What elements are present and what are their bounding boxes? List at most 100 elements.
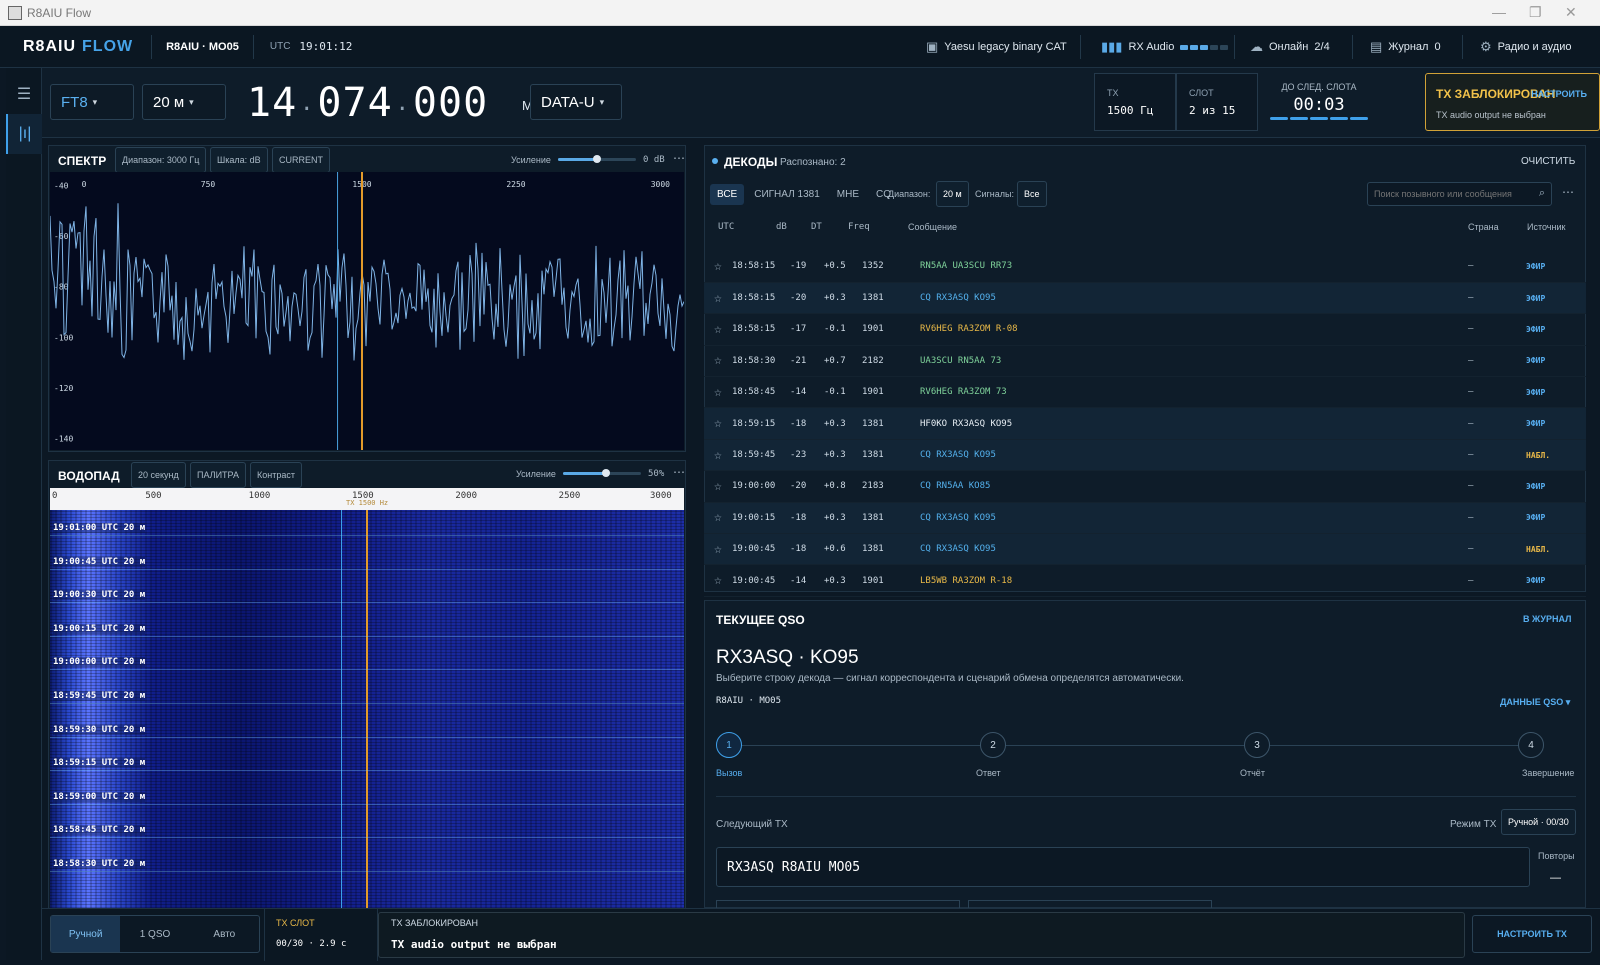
to-journal-button[interactable]: В ЖУРНАЛ bbox=[1523, 614, 1571, 624]
more-icon[interactable]: ⋯ bbox=[673, 465, 685, 479]
tx-mode-option[interactable]: Ручной bbox=[51, 916, 121, 952]
star-icon[interactable]: ☆ bbox=[704, 282, 732, 315]
menu-icon[interactable]: ☰ bbox=[6, 74, 42, 114]
repeats-value[interactable]: — bbox=[1550, 872, 1561, 884]
mode-select[interactable]: FT8 ▾ bbox=[50, 84, 134, 120]
star-icon[interactable]: ☆ bbox=[704, 533, 732, 566]
spectrum-chart[interactable]: 0750150022503000-40-60-80-100-120-140 bbox=[50, 172, 684, 450]
star-icon[interactable]: ☆ bbox=[704, 439, 732, 472]
frequency-display[interactable]: 14·074·000 bbox=[247, 80, 488, 126]
star-icon[interactable]: ☆ bbox=[704, 251, 732, 283]
qso-step[interactable]: 1 bbox=[716, 732, 742, 758]
column-header[interactable]: Сообщение bbox=[908, 222, 957, 232]
tx-mode-select[interactable]: Ручной · 00/30 bbox=[1501, 809, 1576, 835]
waterfall-nav-icon[interactable]: |ı| bbox=[6, 114, 42, 154]
tx-mode-option[interactable]: 1 QSO bbox=[120, 916, 189, 952]
decode-utc: 19:00:45 bbox=[732, 533, 790, 566]
star-icon[interactable]: ☆ bbox=[704, 345, 732, 378]
waterfall-gain-slider[interactable] bbox=[563, 469, 641, 477]
freq-khz: 074 bbox=[317, 80, 393, 126]
waterfall-duration-chip[interactable]: 20 секунд bbox=[131, 462, 186, 488]
submode-select[interactable]: DATA-U ▾ bbox=[530, 84, 622, 120]
decode-dt: +0.6 bbox=[824, 533, 862, 566]
decode-row[interactable]: ☆ 18:58:15 -20 +0.3 1381 CQ RX3ASQ KO95— ЭФИР bbox=[704, 282, 1586, 315]
decode-row[interactable]: ☆ 18:59:15 -18 +0.3 1381 HF0KO RX3ASQ KO95— ЭФ… bbox=[704, 407, 1586, 440]
qso-data-button[interactable]: ДАННЫЕ QSO ▾ bbox=[1500, 697, 1570, 708]
close-icon[interactable]: ✕ bbox=[1565, 4, 1577, 21]
spectrum-gain-slider[interactable] bbox=[558, 155, 636, 163]
spectrum-current-chip[interactable]: CURRENT bbox=[272, 147, 330, 173]
decode-row[interactable]: ☆ 18:58:15 -19 +0.5 1352 RN5AA UA3SCU RR73— ЭФ… bbox=[704, 251, 1586, 283]
star-icon[interactable]: ☆ bbox=[704, 407, 732, 440]
decode-row[interactable]: ☆ 19:00:15 -18 +0.3 1381 CQ RX3ASQ KO95— ЭФИР bbox=[704, 502, 1586, 535]
band-filter[interactable]: 20 м bbox=[936, 181, 969, 207]
decode-tab[interactable]: СИГНАЛ 1381 bbox=[747, 184, 827, 205]
column-header[interactable]: DT bbox=[811, 222, 822, 232]
more-icon[interactable]: ⋯ bbox=[1562, 185, 1574, 199]
column-header[interactable]: Источник bbox=[1527, 222, 1565, 232]
spectrum-scale-chip[interactable]: Шкала: dB bbox=[210, 147, 268, 173]
waterfall-display[interactable]: 19:01:00 UTC 20 м 19:00:45 UTC 20 м 19:00:… bbox=[50, 510, 684, 908]
tx-marker[interactable] bbox=[366, 510, 368, 908]
qso-step[interactable]: 4 bbox=[1518, 732, 1544, 758]
more-icon[interactable]: ⋯ bbox=[673, 151, 685, 165]
star-icon[interactable]: ☆ bbox=[704, 502, 732, 535]
configure-tx-button[interactable]: НАСТРОИТЬ TX bbox=[1472, 915, 1592, 953]
signals-filter[interactable]: Все bbox=[1017, 181, 1047, 207]
waterfall-row-separator bbox=[50, 602, 684, 604]
decode-tab[interactable]: ВСЕ bbox=[710, 183, 745, 205]
qso-step[interactable]: 2 bbox=[980, 732, 1006, 758]
decode-row[interactable]: ☆ 19:00:45 -18 +0.6 1381 CQ RX3ASQ KO95— НАБЛ. bbox=[704, 533, 1586, 566]
cat-status[interactable]: ▣ Yaesu legacy binary CAT bbox=[926, 26, 1067, 68]
spectrum-y-tick: -120 bbox=[54, 384, 73, 393]
column-header[interactable]: Страна bbox=[1468, 222, 1499, 232]
utc-label: UTC bbox=[269, 41, 291, 52]
brand-logo: R8AIU FLOW bbox=[23, 38, 133, 56]
decode-row[interactable]: ☆ 18:58:45 -14 -0.1 1901 RV6HEG RA3ZOM 73— ЭФИ… bbox=[704, 376, 1586, 409]
star-icon[interactable]: ☆ bbox=[704, 564, 732, 597]
waterfall-contrast-chip[interactable]: Контраст bbox=[250, 462, 302, 488]
decode-row[interactable]: ☆ 19:00:45 -14 +0.3 1901 LB5WB RA3ZOM R-18— ЭФ… bbox=[704, 564, 1586, 597]
column-header[interactable]: Freq bbox=[848, 222, 870, 232]
waterfall-x-tick: 2500 bbox=[558, 491, 581, 501]
audio-wave-icon: ▮▮▮ bbox=[1101, 39, 1123, 54]
rx-audio-status[interactable]: ▮▮▮ RX Audio bbox=[1101, 26, 1230, 68]
configure-button[interactable]: НАСТРОИТЬ bbox=[1531, 89, 1587, 99]
spectrum-range-chip[interactable]: Диапазон: 3000 Гц bbox=[115, 147, 207, 173]
tx-mode-option[interactable]: Авто bbox=[190, 916, 259, 952]
search-input[interactable] bbox=[1368, 183, 1528, 205]
star-icon[interactable]: ☆ bbox=[704, 313, 732, 346]
decode-db: -23 bbox=[790, 439, 824, 472]
slot-value: 2 из 15 bbox=[1189, 104, 1236, 117]
qso-step[interactable]: 3 bbox=[1244, 732, 1270, 758]
radio-audio-settings[interactable]: ⚙ Радио и аудио bbox=[1480, 26, 1572, 68]
rx-marker[interactable] bbox=[341, 510, 342, 908]
column-header[interactable]: UTC bbox=[718, 222, 734, 232]
slot-box: СЛОТ 2 из 15 bbox=[1176, 73, 1258, 131]
decode-message: CQ RX3ASQ KO95 bbox=[920, 439, 1468, 472]
journal-button[interactable]: ▤ Журнал 0 bbox=[1370, 26, 1441, 68]
waterfall-row-separator bbox=[50, 535, 684, 536]
band-select[interactable]: 20 м ▾ bbox=[142, 84, 226, 120]
star-icon[interactable]: ☆ bbox=[704, 376, 732, 409]
decode-dt: -0.1 bbox=[824, 376, 862, 409]
decode-tab[interactable]: МНЕ bbox=[830, 184, 866, 205]
next-tx-message[interactable]: RX3ASQ R8AIU MO05 bbox=[716, 847, 1530, 887]
waterfall-palette-chip[interactable]: ПАЛИТРА bbox=[190, 462, 246, 488]
decode-row[interactable]: ☆ 18:58:15 -17 -0.1 1901 RV6HEG RA3ZOM R-08— Э… bbox=[704, 313, 1586, 346]
star-icon[interactable]: ☆ bbox=[704, 470, 732, 503]
decode-row[interactable]: ☆ 19:00:00 -20 +0.8 2183 CQ RN5AA KO85— ЭФИР bbox=[704, 470, 1586, 503]
decode-source: ЭФИР bbox=[1526, 251, 1586, 283]
decode-country: — bbox=[1468, 345, 1526, 378]
minimize-icon[interactable]: — bbox=[1492, 4, 1506, 20]
decode-message: LB5WB RA3ZOM R-18 bbox=[920, 564, 1468, 597]
tx-blocked-card: TX ЗАБЛОКИРОВАН TX audio output не выбра… bbox=[1425, 73, 1600, 131]
maximize-icon[interactable]: ❐ bbox=[1529, 4, 1542, 21]
tx-freq-box[interactable]: TX 1500 Гц bbox=[1094, 73, 1176, 131]
clear-button[interactable]: ОЧИСТИТЬ bbox=[1521, 156, 1575, 167]
decode-row[interactable]: ☆ 18:59:45 -23 +0.3 1381 CQ RX3ASQ KO95— НАБЛ. bbox=[704, 439, 1586, 472]
decode-row[interactable]: ☆ 18:58:30 -21 +0.7 2182 UA3SCU RN5AA 73— ЭФИР bbox=[704, 345, 1586, 378]
column-header[interactable]: dB bbox=[776, 222, 787, 232]
decode-search[interactable]: ⌕ bbox=[1367, 182, 1552, 206]
online-status[interactable]: ☁ Онлайн 2/4 bbox=[1250, 26, 1330, 68]
